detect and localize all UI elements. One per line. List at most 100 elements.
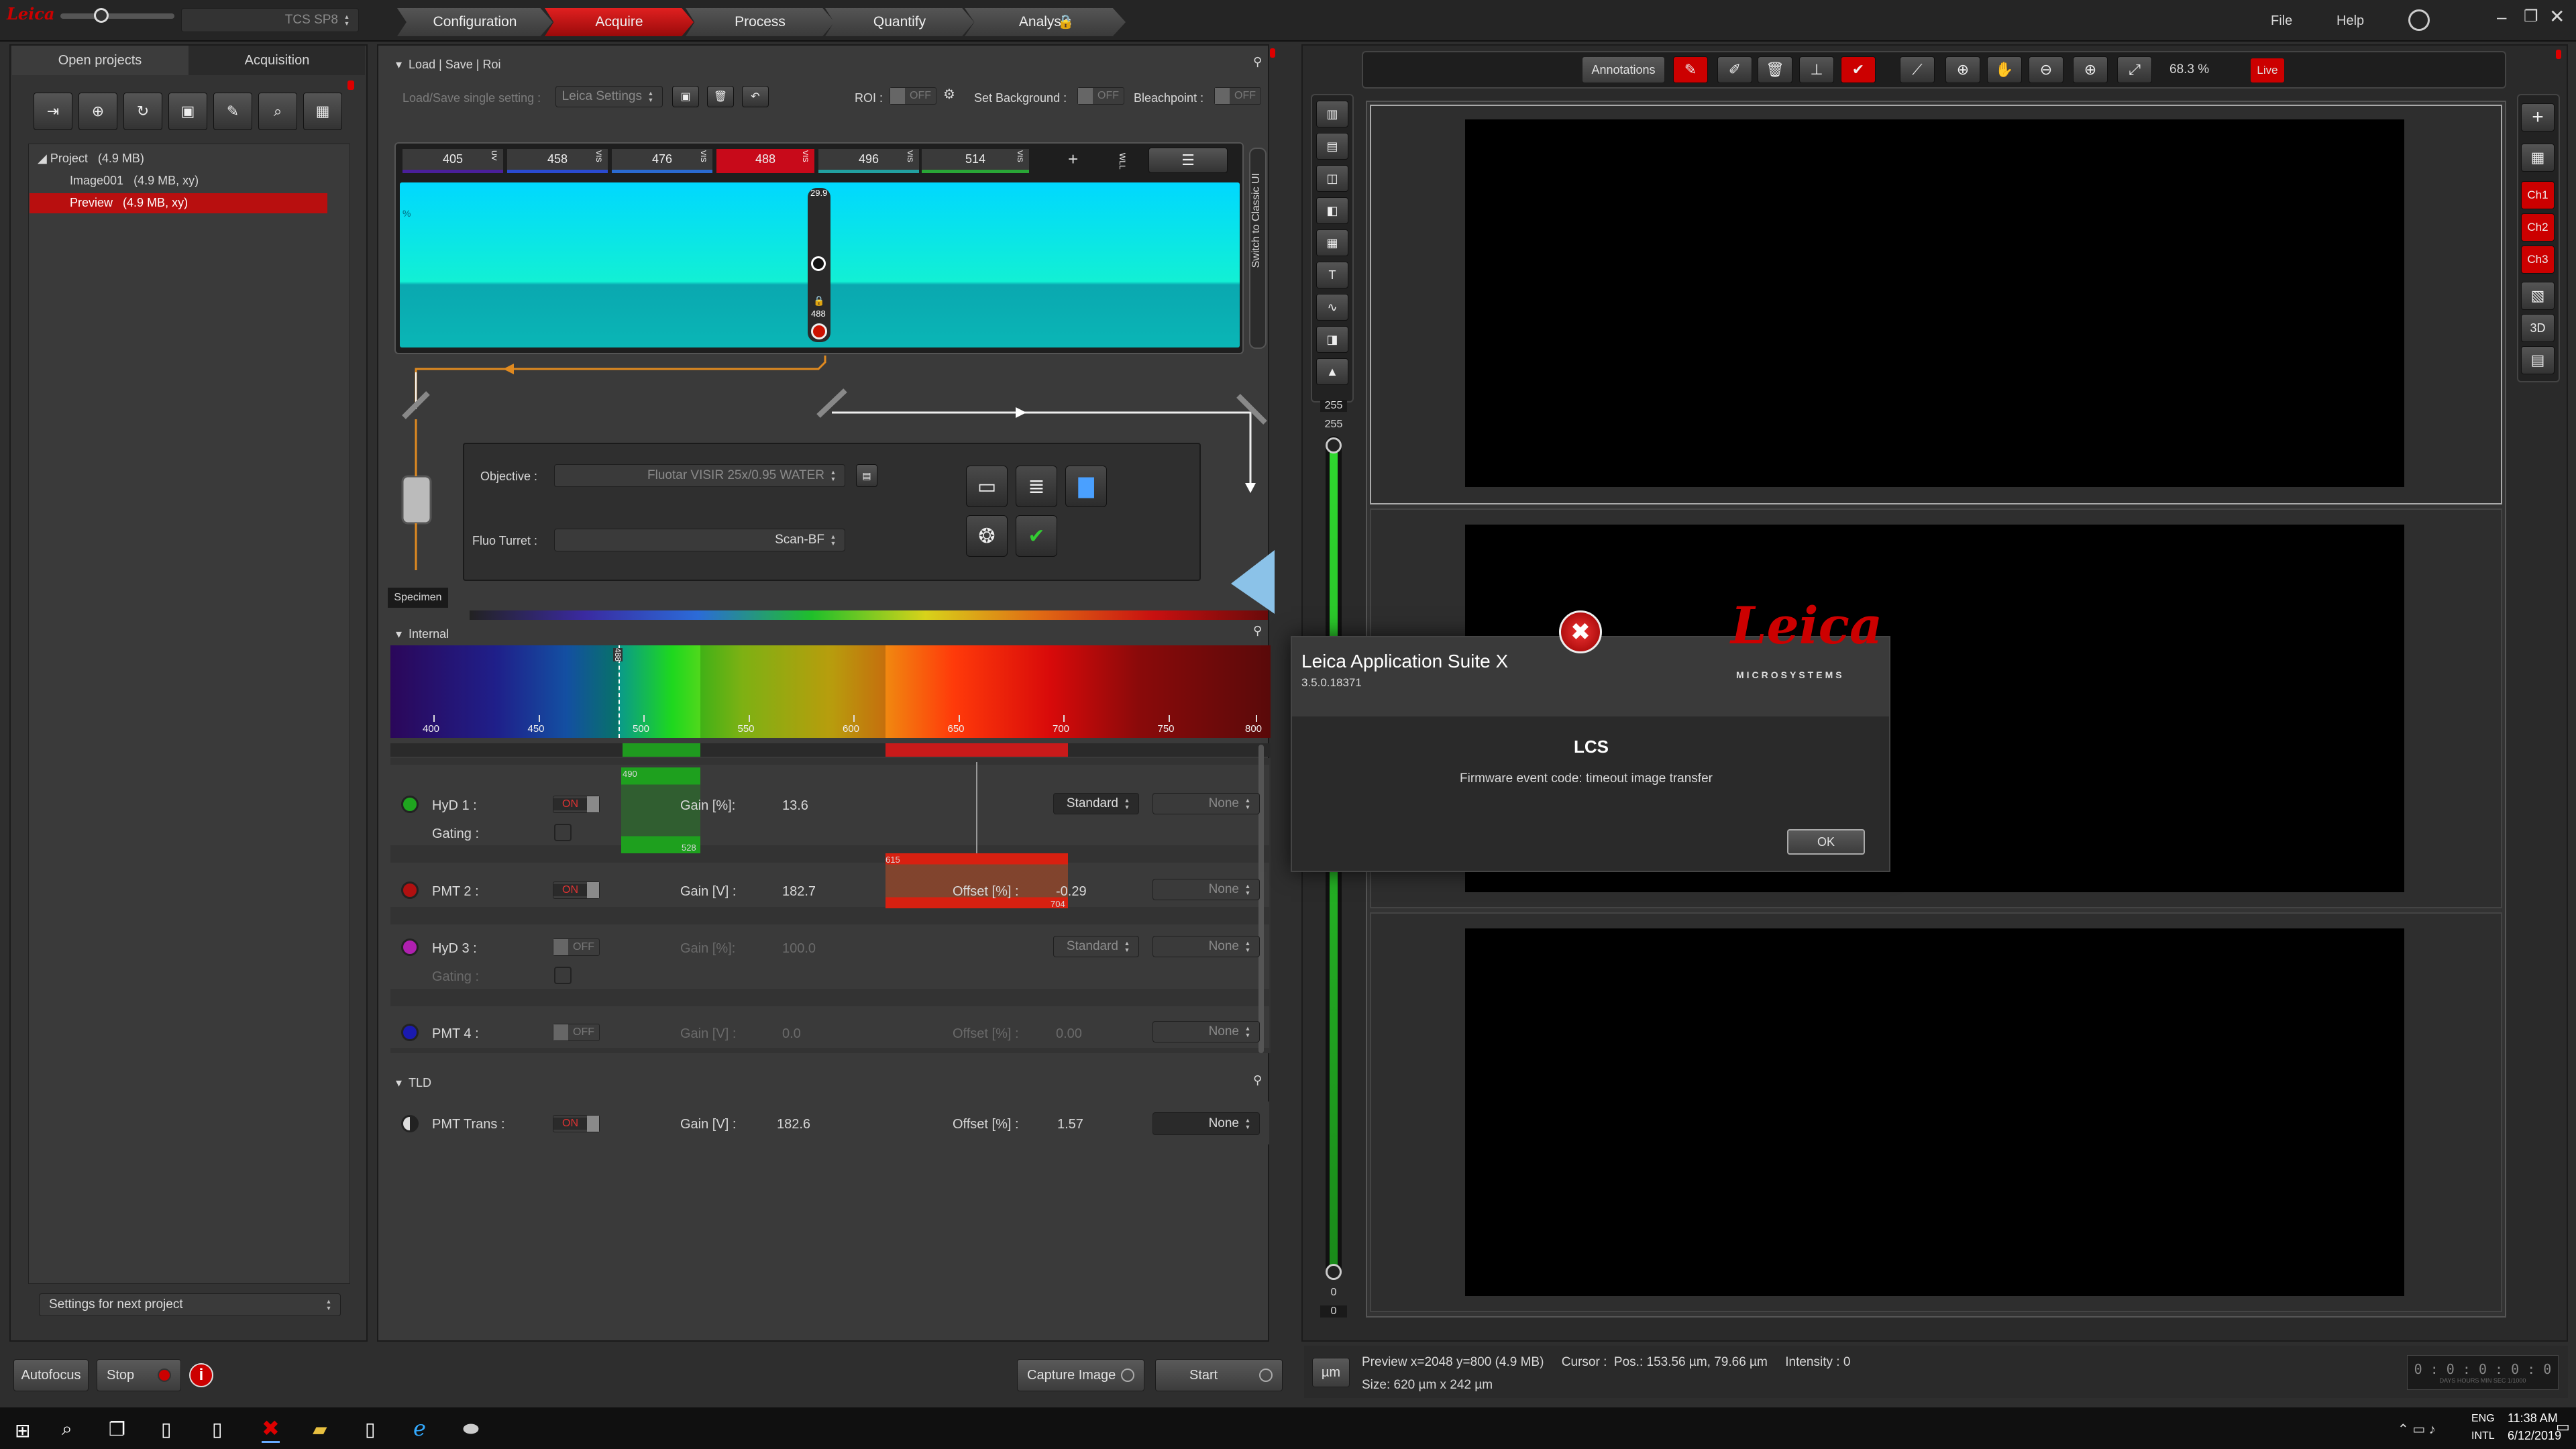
minimize-button[interactable]: – — [2497, 7, 2506, 28]
pen-icon[interactable]: ✎ — [1673, 56, 1708, 83]
hyd1-gain-value[interactable]: 13.6 — [782, 798, 808, 814]
histogram-icon[interactable]: ▲ — [1316, 358, 1348, 385]
lock-icon[interactable]: 🔒 — [813, 295, 824, 307]
new-project-icon[interactable]: ⊕ — [78, 93, 117, 130]
laser-line-476[interactable]: 476 — [612, 149, 712, 173]
delete-icon[interactable]: 🗑 — [1758, 56, 1792, 83]
save-setting-icon[interactable]: ▣ — [672, 86, 699, 107]
taskbar-time[interactable]: 11:38 AM — [2508, 1411, 2558, 1426]
grid-view-icon[interactable]: ▦ — [303, 93, 342, 130]
title-slider-knob[interactable] — [94, 8, 109, 23]
channel-3-button[interactable]: Ch3 — [2521, 246, 2555, 274]
palette-icon[interactable]: ▤ — [1316, 133, 1348, 160]
open-project-icon[interactable]: ⇥ — [34, 93, 72, 130]
hyd3-gating-checkbox[interactable] — [554, 967, 572, 984]
pmt4-color-dot[interactable] — [401, 1024, 419, 1041]
unit-button[interactable]: µm — [1312, 1358, 1350, 1387]
taskbar-ie-icon[interactable]: ℯ — [413, 1415, 426, 1441]
laser-shutter-button[interactable] — [811, 323, 827, 339]
pmt-trans-color-dot[interactable] — [401, 1115, 419, 1132]
stage-icon[interactable]: ▇ — [1065, 466, 1107, 507]
title-slider[interactable] — [60, 8, 174, 23]
pmt2-gain-value[interactable]: 182.7 — [782, 884, 816, 900]
pmt-trans-offset-value[interactable]: 1.57 — [1057, 1117, 1083, 1132]
tab-process[interactable]: Process — [686, 8, 835, 36]
info-icon[interactable]: i — [189, 1363, 213, 1387]
hyd1-lut-select[interactable]: None — [1152, 793, 1260, 814]
intensity-slider-top-knob[interactable] — [1326, 437, 1342, 453]
pmt4-lut-select[interactable]: None — [1152, 1021, 1260, 1042]
tab-acquire[interactable]: Acquire — [545, 8, 694, 36]
measure-icon[interactable]: ⊥ — [1799, 56, 1834, 83]
pin-icon[interactable]: ⚲ — [1253, 55, 1262, 69]
pmt4-toggle[interactable]: OFF — [553, 1024, 600, 1041]
taskbar-file-icon[interactable]: ▯ — [161, 1418, 171, 1440]
fit-icon[interactable]: ⤢ — [2117, 56, 2152, 83]
roi-gear-icon[interactable]: ⚙ — [943, 86, 955, 103]
laser-line-405[interactable]: 405 — [402, 149, 503, 173]
tree-image001[interactable]: Image001 (4.9 MB, xy) — [70, 174, 199, 188]
add-laser-icon[interactable]: + — [1068, 149, 1078, 170]
pmt2-toggle[interactable]: ON — [553, 881, 600, 899]
capture-image-button[interactable]: Capture Image — [1017, 1359, 1144, 1391]
channel-1-button[interactable]: Ch1 — [2521, 181, 2555, 209]
taskbar-doc-icon[interactable]: ▯ — [365, 1418, 375, 1440]
close-button[interactable]: ✕ — [2549, 5, 2565, 28]
pmt4-gain-value[interactable]: 0.0 — [782, 1026, 801, 1042]
menu-file[interactable]: File — [2271, 13, 2292, 29]
stack-icon[interactable]: ▦ — [1316, 229, 1348, 256]
save-icon[interactable]: ▣ — [168, 93, 207, 130]
tab-open-projects[interactable]: Open projects — [12, 46, 188, 75]
crosshair-icon[interactable]: ⊕ — [1945, 56, 1980, 83]
set-background-toggle[interactable]: OFF — [1077, 87, 1124, 105]
intensity-slider-bottom-knob[interactable] — [1326, 1264, 1342, 1280]
annotations-button[interactable]: Annotations — [1582, 56, 1665, 83]
start-button[interactable]: Start — [1155, 1359, 1283, 1391]
dialog-ok-button[interactable]: OK — [1787, 829, 1865, 855]
hyd3-mode-select[interactable]: Standard — [1053, 936, 1139, 957]
pmt2-color-dot[interactable] — [401, 881, 419, 899]
zoom-out-icon[interactable]: ⊖ — [2029, 56, 2063, 83]
import-icon[interactable]: ↻ — [123, 93, 162, 130]
pmt2-range[interactable] — [885, 853, 1068, 908]
viewport-1[interactable] — [1465, 119, 2404, 487]
confirm-icon[interactable]: ✔ — [1016, 515, 1057, 557]
settings-select[interactable]: Settings for next project — [39, 1293, 341, 1316]
hyd3-lut-select[interactable]: None — [1152, 936, 1260, 957]
menu-help[interactable]: Help — [2337, 13, 2364, 29]
objective-info-icon[interactable]: ▤ — [856, 464, 877, 487]
view-xz-icon[interactable]: ◧ — [1316, 197, 1348, 224]
laser-line-488[interactable]: 488 — [716, 149, 814, 173]
select-icon[interactable]: ✐ — [1717, 56, 1752, 83]
taskbar-lang2[interactable]: INTL — [2471, 1430, 2495, 1442]
hyd3-color-dot[interactable] — [401, 938, 419, 956]
pan-icon[interactable]: ✋ — [1987, 56, 2022, 83]
gallery-icon[interactable]: ▤ — [2521, 346, 2555, 374]
tab-analysis[interactable]: Analysis — [965, 8, 1126, 36]
device-select[interactable]: TCS SP8 — [181, 8, 359, 32]
tab-configuration[interactable]: Configuration — [397, 8, 553, 36]
zoom-in-icon[interactable]: ⊕ — [2073, 56, 2108, 83]
profile-icon[interactable]: ∿ — [1316, 294, 1348, 321]
pmt2-offset-value[interactable]: -0.29 — [1056, 884, 1087, 900]
scan-field-icon[interactable]: ▭ — [966, 466, 1008, 507]
task-view-icon[interactable]: ❐ — [109, 1418, 125, 1440]
laser-line-514[interactable]: 514 — [922, 149, 1029, 173]
notification-icon[interactable]: ▭ — [2556, 1418, 2570, 1436]
laser-slider-knob[interactable] — [811, 256, 826, 271]
bleachpoint-toggle[interactable]: OFF — [1214, 87, 1261, 105]
tab-quantify[interactable]: Quantify — [825, 8, 974, 36]
fluo-turret-select[interactable]: Scan-BF — [554, 529, 845, 551]
autofocus-button[interactable]: Autofocus — [13, 1359, 89, 1391]
taskbar-date[interactable]: 6/12/2019 — [2508, 1429, 2561, 1443]
delete-setting-icon[interactable]: 🗑 — [707, 86, 734, 107]
ruler-icon[interactable]: ⟋ — [1900, 56, 1935, 83]
aperture-icon[interactable]: ❂ — [966, 515, 1008, 557]
channel-icon[interactable]: ▥ — [1316, 101, 1348, 127]
viewport-3[interactable] — [1465, 928, 2404, 1296]
taskbar-explorer-icon[interactable]: ▰ — [313, 1418, 327, 1440]
laser-line-496[interactable]: 496 — [818, 149, 919, 173]
hyd1-color-dot[interactable] — [401, 796, 419, 813]
check-icon[interactable]: ✔ — [1841, 56, 1876, 83]
crop-icon[interactable]: ◨ — [1316, 326, 1348, 353]
